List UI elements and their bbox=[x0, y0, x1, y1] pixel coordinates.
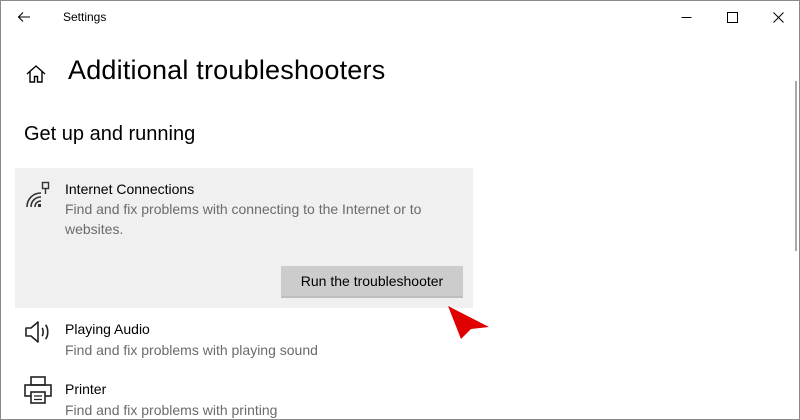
app-title: Settings bbox=[63, 10, 107, 24]
speaker-icon bbox=[25, 321, 49, 343]
title-bar: Settings bbox=[1, 1, 799, 33]
item-title: Printer bbox=[65, 381, 107, 397]
printer-icon bbox=[24, 376, 52, 404]
run-troubleshooter-button[interactable]: Run the troubleshooter bbox=[281, 266, 463, 298]
item-description: Find and fix problems with playing sound bbox=[65, 342, 318, 358]
minimize-button[interactable] bbox=[663, 1, 709, 33]
scrollbar[interactable] bbox=[795, 81, 797, 251]
maximize-icon bbox=[726, 11, 738, 23]
pointer-cursor-icon bbox=[448, 306, 489, 339]
page-title: Additional troubleshooters bbox=[68, 55, 386, 85]
troubleshooter-internet-connections[interactable]: Internet Connections Find and fix proble… bbox=[15, 168, 473, 308]
network-icon bbox=[26, 181, 50, 208]
back-arrow-icon bbox=[17, 12, 30, 22]
item-description: Find and fix problems with printing bbox=[65, 402, 278, 418]
troubleshooter-printer[interactable]: Printer Find and fix problems with print… bbox=[15, 369, 473, 419]
back-button[interactable] bbox=[9, 3, 39, 31]
item-title: Internet Connections bbox=[65, 181, 195, 197]
maximize-button[interactable] bbox=[709, 1, 755, 33]
settings-window: Settings Additional troubleshooters Get … bbox=[0, 0, 800, 420]
item-title: Playing Audio bbox=[65, 321, 150, 337]
home-icon[interactable] bbox=[25, 63, 47, 85]
minimize-icon bbox=[681, 16, 691, 18]
close-icon bbox=[772, 11, 784, 23]
close-button[interactable] bbox=[755, 1, 799, 33]
section-title: Get up and running bbox=[24, 123, 196, 145]
item-description: Find and fix problems with connecting to… bbox=[65, 201, 422, 237]
troubleshooter-playing-audio[interactable]: Playing Audio Find and fix problems with… bbox=[15, 309, 473, 365]
